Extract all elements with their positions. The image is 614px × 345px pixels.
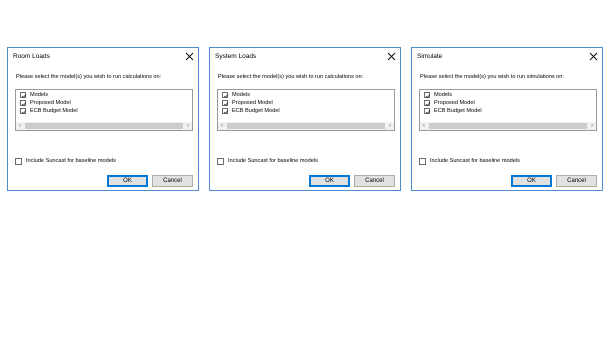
scroll-thumb[interactable] [25, 123, 183, 129]
suncast-label: Include Suncast for baseline models [430, 158, 520, 164]
model-label: Proposed Model [30, 100, 71, 106]
checkbox-checked[interactable] [222, 108, 229, 114]
model-label: Models [30, 92, 49, 98]
checkbox-checked[interactable] [222, 92, 229, 98]
suncast-label: Include Suncast for baseline models [26, 158, 116, 164]
scroll-right-arrow-icon[interactable]: › [386, 122, 394, 130]
horizontal-scrollbar[interactable]: ‹ › [218, 122, 394, 130]
cancel-button[interactable]: Cancel [556, 175, 597, 187]
dialog-title: Room Loads [13, 53, 50, 60]
simulate-dialog: Simulate Please select the model(s) you … [411, 47, 603, 191]
model-label: Proposed Model [232, 100, 273, 106]
suncast-checkbox[interactable] [217, 158, 224, 165]
model-label: Models [434, 92, 453, 98]
instruction-text: Please select the model(s) you wish to r… [16, 74, 162, 80]
instruction-text: Please select the model(s) you wish to r… [420, 74, 564, 80]
cancel-button[interactable]: Cancel [354, 175, 395, 187]
close-icon[interactable] [589, 52, 598, 61]
suncast-label: Include Suncast for baseline models [228, 158, 318, 164]
model-label: Models [232, 92, 251, 98]
instruction-text: Please select the model(s) you wish to r… [218, 74, 364, 80]
model-listbox[interactable]: Models Proposed Model ECB Budget Model ‹… [15, 89, 193, 131]
horizontal-scrollbar[interactable]: ‹ › [16, 122, 192, 130]
suncast-checkbox[interactable] [15, 158, 22, 165]
room-loads-dialog: Room Loads Please select the model(s) yo… [7, 47, 199, 191]
model-label: ECB Budget Model [232, 108, 280, 114]
model-listbox[interactable]: Models Proposed Model ECB Budget Model ‹… [419, 89, 597, 131]
scroll-left-arrow-icon[interactable]: ‹ [16, 122, 24, 130]
checkbox-checked[interactable] [424, 100, 431, 106]
ok-button[interactable]: OK [107, 175, 148, 187]
title-bar[interactable]: Room Loads [8, 48, 198, 65]
close-icon[interactable] [387, 52, 396, 61]
checkbox-checked[interactable] [222, 100, 229, 106]
checkbox-checked[interactable] [20, 100, 27, 106]
title-bar[interactable]: System Loads [210, 48, 400, 65]
scroll-right-arrow-icon[interactable]: › [184, 122, 192, 130]
suncast-checkbox[interactable] [419, 158, 426, 165]
title-bar[interactable]: Simulate [412, 48, 602, 65]
checkbox-checked[interactable] [424, 108, 431, 114]
checkbox-checked[interactable] [424, 92, 431, 98]
checkbox-checked[interactable] [20, 92, 27, 98]
checkbox-checked[interactable] [20, 108, 27, 114]
model-label: ECB Budget Model [30, 108, 78, 114]
dialog-title: System Loads [215, 53, 257, 60]
model-label: ECB Budget Model [434, 108, 482, 114]
ok-button[interactable]: OK [309, 175, 350, 187]
scroll-left-arrow-icon[interactable]: ‹ [218, 122, 226, 130]
model-label: Proposed Model [434, 100, 475, 106]
horizontal-scrollbar[interactable]: ‹ › [420, 122, 596, 130]
cancel-button[interactable]: Cancel [152, 175, 193, 187]
scroll-left-arrow-icon[interactable]: ‹ [420, 122, 428, 130]
scroll-thumb[interactable] [429, 123, 587, 129]
scroll-thumb[interactable] [227, 123, 385, 129]
ok-button[interactable]: OK [511, 175, 552, 187]
scroll-right-arrow-icon[interactable]: › [588, 122, 596, 130]
close-icon[interactable] [185, 52, 194, 61]
system-loads-dialog: System Loads Please select the model(s) … [209, 47, 401, 191]
dialog-title: Simulate [417, 53, 443, 60]
model-listbox[interactable]: Models Proposed Model ECB Budget Model ‹… [217, 89, 395, 131]
